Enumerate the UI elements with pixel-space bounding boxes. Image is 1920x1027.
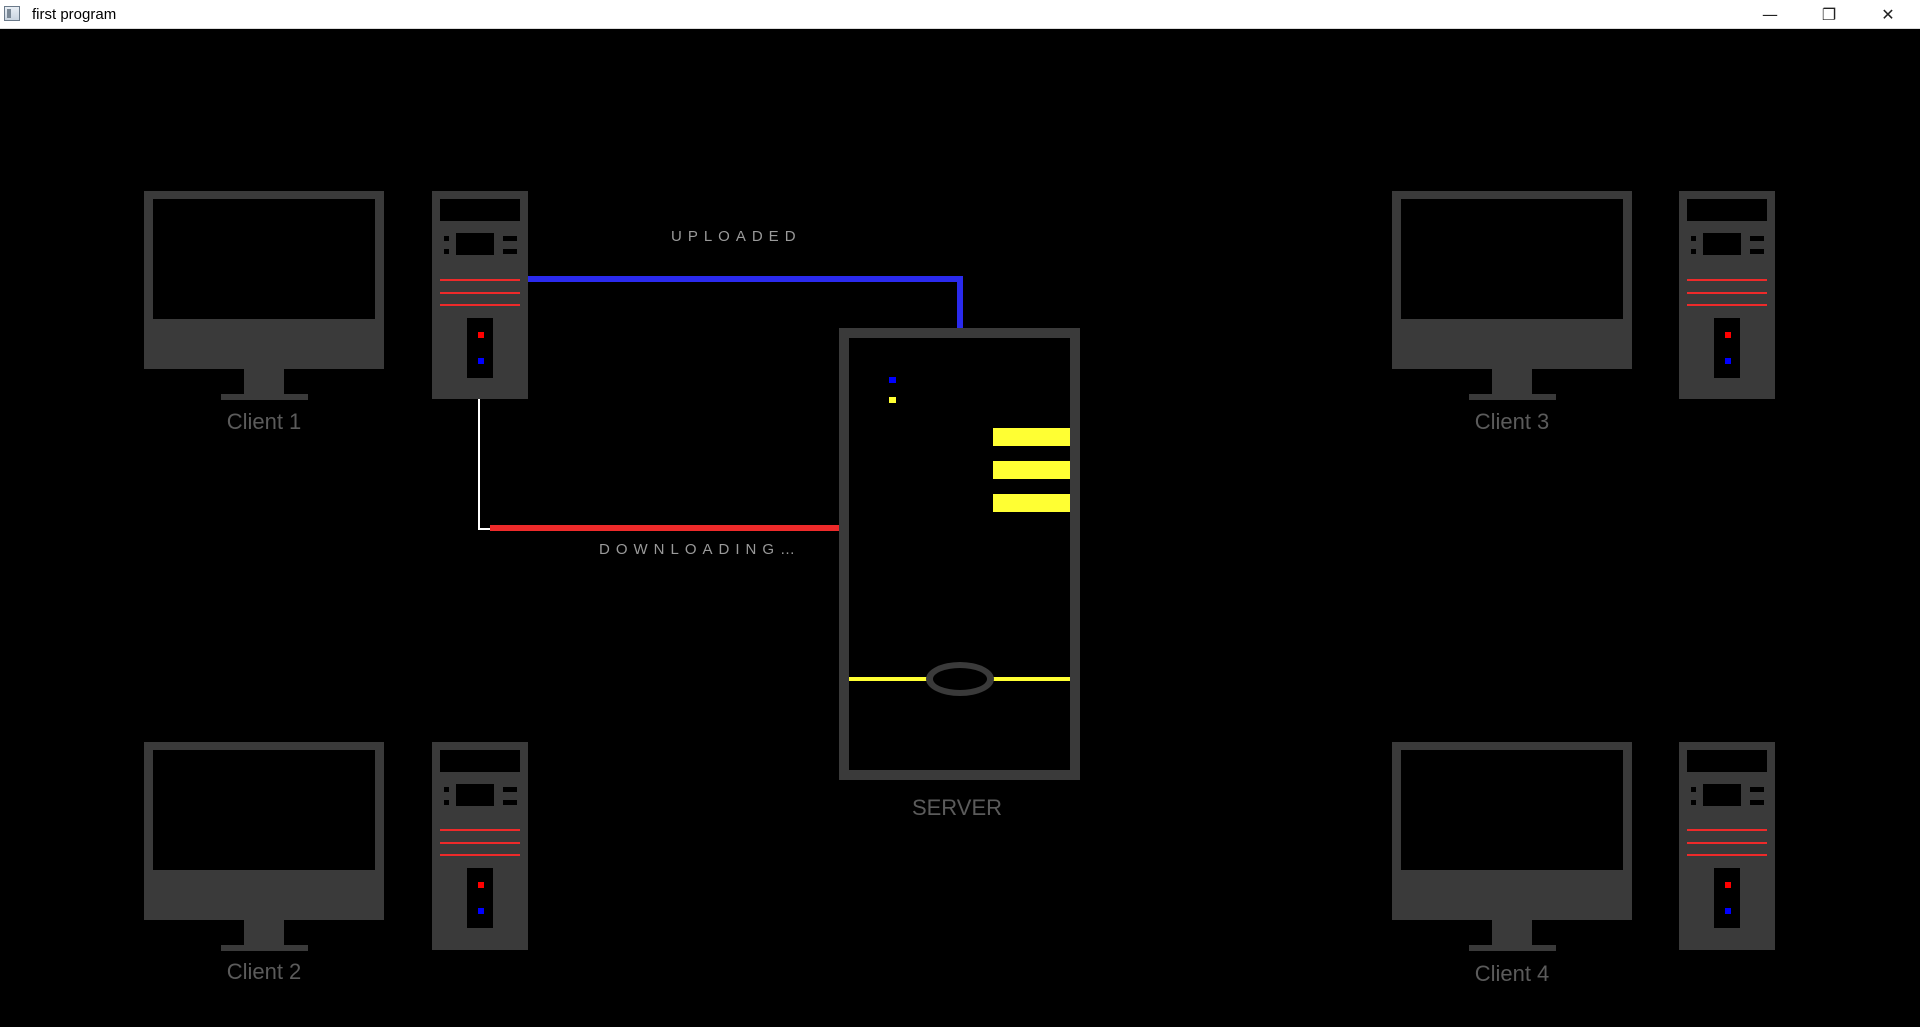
- server-label: SERVER: [911, 795, 1003, 820]
- tower-icon: [432, 191, 528, 399]
- client-2-label: Client 2: [226, 959, 302, 984]
- upload-status-label: UPLOADED: [671, 228, 802, 245]
- minimize-button[interactable]: —: [1741, 0, 1799, 29]
- client-1-computer: [144, 191, 528, 400]
- monitor-icon: [144, 191, 384, 400]
- title-bar: first program — ❐ ✕: [0, 0, 1920, 29]
- network-canvas: UPLOADED DOWNLOADING… Client 1 Client 2 …: [0, 29, 1920, 1027]
- monitor-icon: [1392, 191, 1632, 400]
- close-button[interactable]: ✕: [1859, 0, 1917, 29]
- client-1-label: Client 1: [226, 409, 302, 434]
- tower-icon: [1679, 191, 1775, 399]
- client-2-computer: [144, 742, 528, 951]
- maximize-button[interactable]: ❐: [1800, 0, 1858, 29]
- client-4-computer: [1392, 742, 1775, 951]
- network-diagram: [144, 191, 1775, 951]
- upload-connection: [528, 276, 963, 328]
- window-title: first program: [32, 6, 117, 23]
- client-3-label: Client 3: [1474, 409, 1550, 434]
- tower-icon: [432, 742, 528, 950]
- monitor-icon: [1392, 742, 1632, 951]
- download-connection: [478, 399, 839, 531]
- download-status-label: DOWNLOADING…: [599, 541, 802, 558]
- tower-icon: [1679, 742, 1775, 950]
- client-4-label: Client 4: [1474, 961, 1550, 986]
- app-window-icon: [4, 6, 20, 21]
- client-3-computer: [1392, 191, 1775, 400]
- server-icon: [839, 328, 1080, 780]
- monitor-icon: [144, 742, 384, 951]
